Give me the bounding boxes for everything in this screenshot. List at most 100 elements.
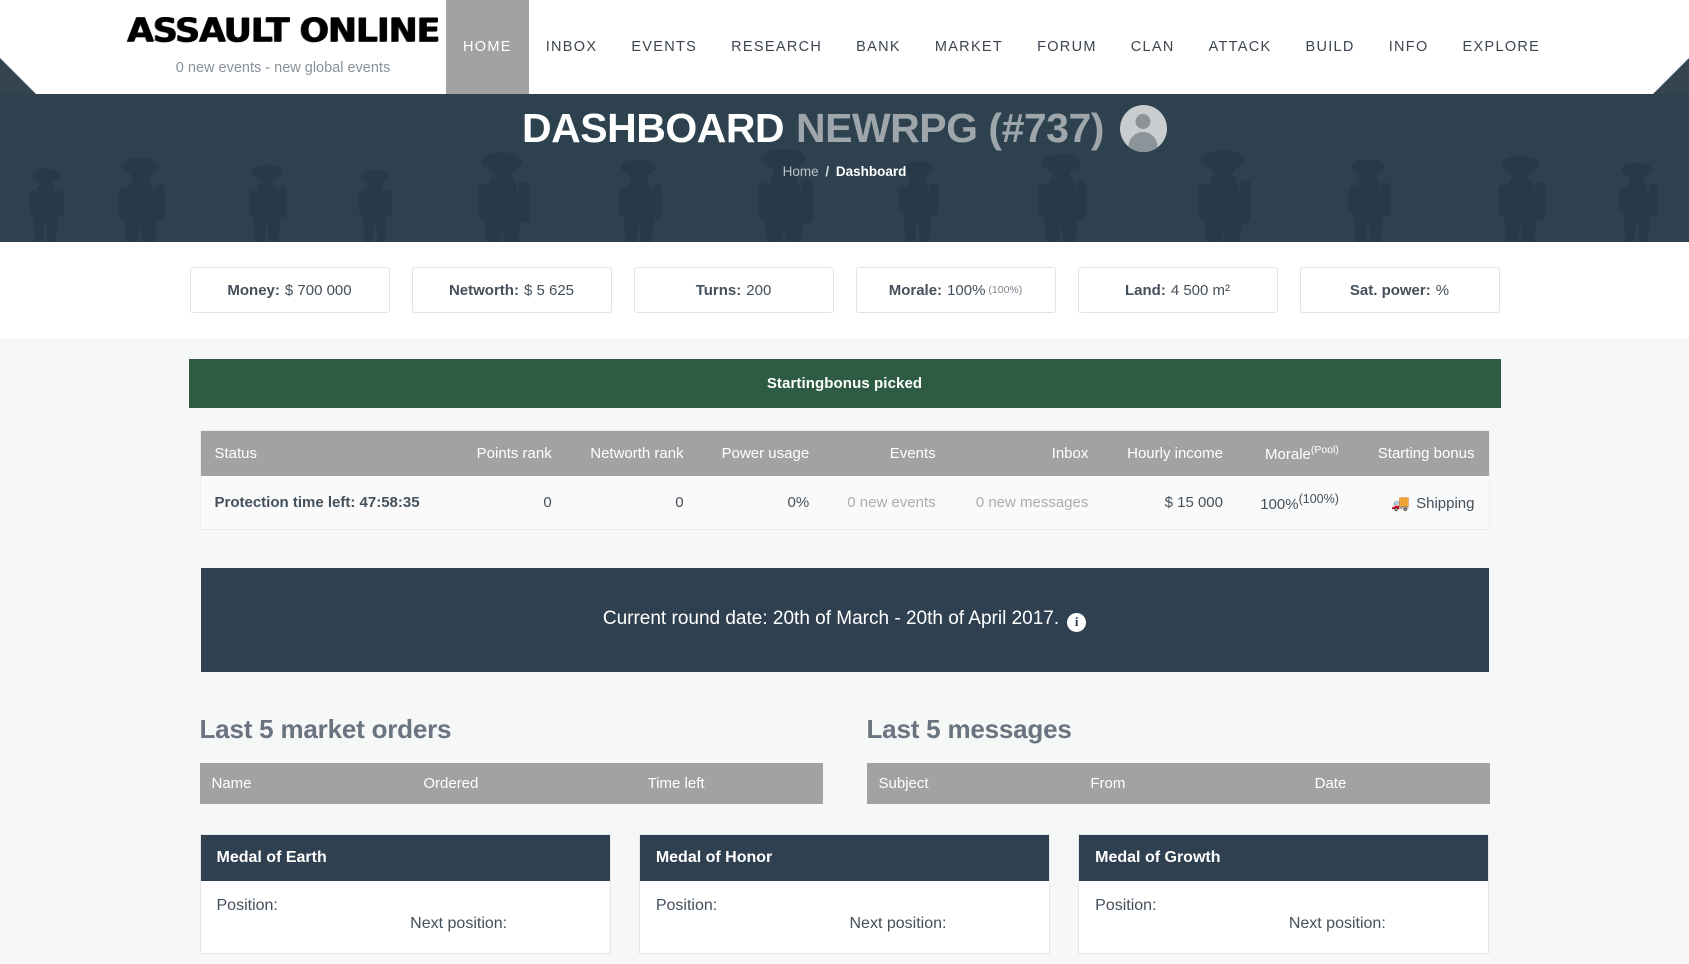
nav-item-bank[interactable]: BANK [839, 0, 918, 94]
cell-status: Protection time left: 47:58:35 [214, 494, 420, 511]
col-inbox: Inbox [949, 431, 1103, 476]
page-title-main: DASHBOARD [522, 105, 785, 151]
stat-value: $ 700 000 [284, 281, 352, 299]
col-status: Status [200, 431, 454, 476]
status-table-head: Status Points rank Networth rank Power u… [200, 431, 1489, 476]
stat-label: Morale: [888, 281, 943, 299]
main-content: Startingbonus picked Status Points rank … [0, 359, 1689, 964]
medal-card: Medal of Growth Position: Next position: [1078, 833, 1490, 954]
breadcrumb-current: Dashboard [835, 164, 907, 180]
stat-box-networth: Networth: $ 5 625 [411, 267, 612, 313]
hero-content: DASHBOARD NEWRPG (#737) Home / Dashboard [0, 94, 1689, 179]
breadcrumb: Home / Dashboard [0, 164, 1689, 179]
col-order-time-left: Time left [635, 762, 823, 804]
status-table-body: Protection time left: 47:58:35 0 0 0% 0 … [201, 476, 1489, 529]
col-morale: Morale(Pool) [1236, 431, 1353, 476]
page-hero: DASHBOARD NEWRPG (#737) Home / Dashboard [0, 94, 1689, 242]
table-row: Protection time left: 47:58:35 0 0 0% 0 … [201, 476, 1489, 529]
cell-networth-rank: 0 [675, 494, 684, 511]
cell-points-rank: 0 [543, 494, 552, 511]
nav-item-home[interactable]: HOME [446, 0, 529, 94]
nav-item-attack[interactable]: ATTACK [1192, 0, 1289, 94]
col-order-ordered: Ordered [411, 762, 636, 804]
stat-value: $ 5 625 [523, 281, 575, 299]
nav-item-inbox[interactable]: INBOX [529, 0, 615, 94]
page-title: DASHBOARD NEWRPG (#737) [522, 104, 1167, 152]
status-panel: Status Points rank Networth rank Power u… [199, 430, 1490, 530]
round-date-banner: Current round date: 20th of March - 20th… [200, 568, 1489, 672]
cell-morale: 100%(100%) [1237, 476, 1353, 529]
messages-header-row: Subject From Date [866, 762, 1490, 804]
market-orders-head: Name Ordered Time left [199, 762, 823, 804]
medal-card: Medal of Earth Position: Next position: [199, 833, 611, 954]
avatar[interactable] [1119, 104, 1167, 152]
cell-morale-pool: (100%) [1298, 492, 1339, 506]
cell-starting-bonus: 🚚 Shipping [1353, 476, 1489, 529]
medal-position-label: Position: [216, 896, 278, 914]
cell-hourly-income: $ 15 000 [1164, 494, 1223, 511]
stat-box-land: Land: 4 500 m² [1077, 267, 1278, 313]
col-points-rank: Points rank [453, 431, 566, 476]
cell-events[interactable]: 0 new events [823, 476, 949, 529]
market-orders-table: Name Ordered Time left [199, 762, 823, 804]
round-date-text: Current round date: 20th of March - 20th… [602, 608, 1060, 629]
col-networth-rank: Networth rank [565, 431, 698, 476]
stat-value: % [1435, 281, 1450, 299]
nav-item-research[interactable]: RESEARCH [714, 0, 839, 94]
nav-item-build[interactable]: BUILD [1288, 0, 1371, 94]
col-hourly-income: Hourly income [1102, 431, 1237, 476]
main-menu[interactable]: HOME INBOX EVENTS RESEARCH BANK MARKET FORUM CL… [446, 0, 1557, 94]
nav-item-events[interactable]: EVENTS [614, 0, 714, 94]
stat-label: Land: [1124, 281, 1166, 299]
brand-block[interactable]: ASSAULT ONLINE 0 new events - new global… [118, 15, 448, 76]
status-table-header-row: Status Points rank Networth rank Power u… [200, 431, 1489, 476]
stat-label: Networth: [448, 281, 519, 299]
stat-value: 4 500 m² [1170, 281, 1231, 299]
medal-body: Position: Next position: [201, 881, 610, 953]
medal-body: Position: Next position: [1079, 881, 1488, 953]
stat-value: 100% [947, 281, 986, 299]
stat-box-turns: Turns: 200 [633, 267, 834, 313]
market-orders-header-row: Name Ordered Time left [199, 762, 823, 804]
messages-head: Subject From Date [866, 762, 1490, 804]
stat-box-morale: Morale: 100% (100%) [855, 267, 1056, 313]
status-table: Status Points rank Networth rank Power u… [200, 431, 1489, 529]
cell-inbox[interactable]: 0 new messages [950, 476, 1103, 529]
breadcrumb-home[interactable]: Home [783, 164, 819, 179]
site-logo[interactable]: ASSAULT ONLINE [98, 15, 468, 48]
col-order-name: Name [199, 762, 412, 804]
nav-item-clan[interactable]: CLAN [1114, 0, 1192, 94]
breadcrumb-separator: / [825, 164, 830, 180]
top-navigation-bar: ASSAULT ONLINE 0 new events - new global… [0, 0, 1689, 94]
stats-bar: Money: $ 700 000 Networth: $ 5 625 Turns: 200… [0, 242, 1689, 339]
nav-item-info[interactable]: INFO [1372, 0, 1446, 94]
cell-power-usage: 0% [787, 494, 810, 511]
col-morale-label: Morale [1265, 446, 1311, 463]
medal-next-position-label: Next position: [849, 914, 947, 932]
starting-bonus-label: Shipping [1416, 494, 1475, 512]
lists-row: Last 5 market orders Name Ordered Time l… [199, 713, 1490, 804]
col-morale-sup: (Pool) [1310, 444, 1339, 456]
messages-table: Subject From Date [866, 762, 1490, 804]
startingbonus-alert: Startingbonus picked [188, 359, 1501, 408]
truck-icon: 🚚 [1391, 494, 1411, 512]
medal-position-label: Position: [655, 896, 718, 914]
medal-title: Medal of Honor [639, 834, 1050, 881]
nav-item-explore[interactable]: EXPLORE [1446, 0, 1558, 94]
col-events: Events [823, 431, 950, 476]
market-orders-heading: Last 5 market orders [199, 713, 452, 744]
medals-row: Medal of Earth Position: Next position: Med… [199, 833, 1490, 964]
stat-sup: (100%) [988, 284, 1023, 296]
info-circle-icon[interactable]: i [1067, 612, 1087, 632]
stat-label: Money: [227, 281, 280, 299]
stat-label: Sat. power: [1349, 281, 1431, 299]
medal-next-position-label: Next position: [1288, 914, 1386, 932]
brand-subtitle[interactable]: 0 new events - new global events [118, 60, 448, 76]
nav-item-forum[interactable]: FORUM [1020, 0, 1114, 94]
messages-section: Last 5 messages Subject From Date [866, 714, 1490, 804]
stat-label: Turns: [695, 281, 742, 299]
stat-box-money: Money: $ 700 000 [189, 267, 390, 313]
nav-item-market[interactable]: MARKET [918, 0, 1020, 94]
stat-value: 200 [746, 281, 772, 299]
col-power-usage: Power usage [697, 431, 824, 476]
